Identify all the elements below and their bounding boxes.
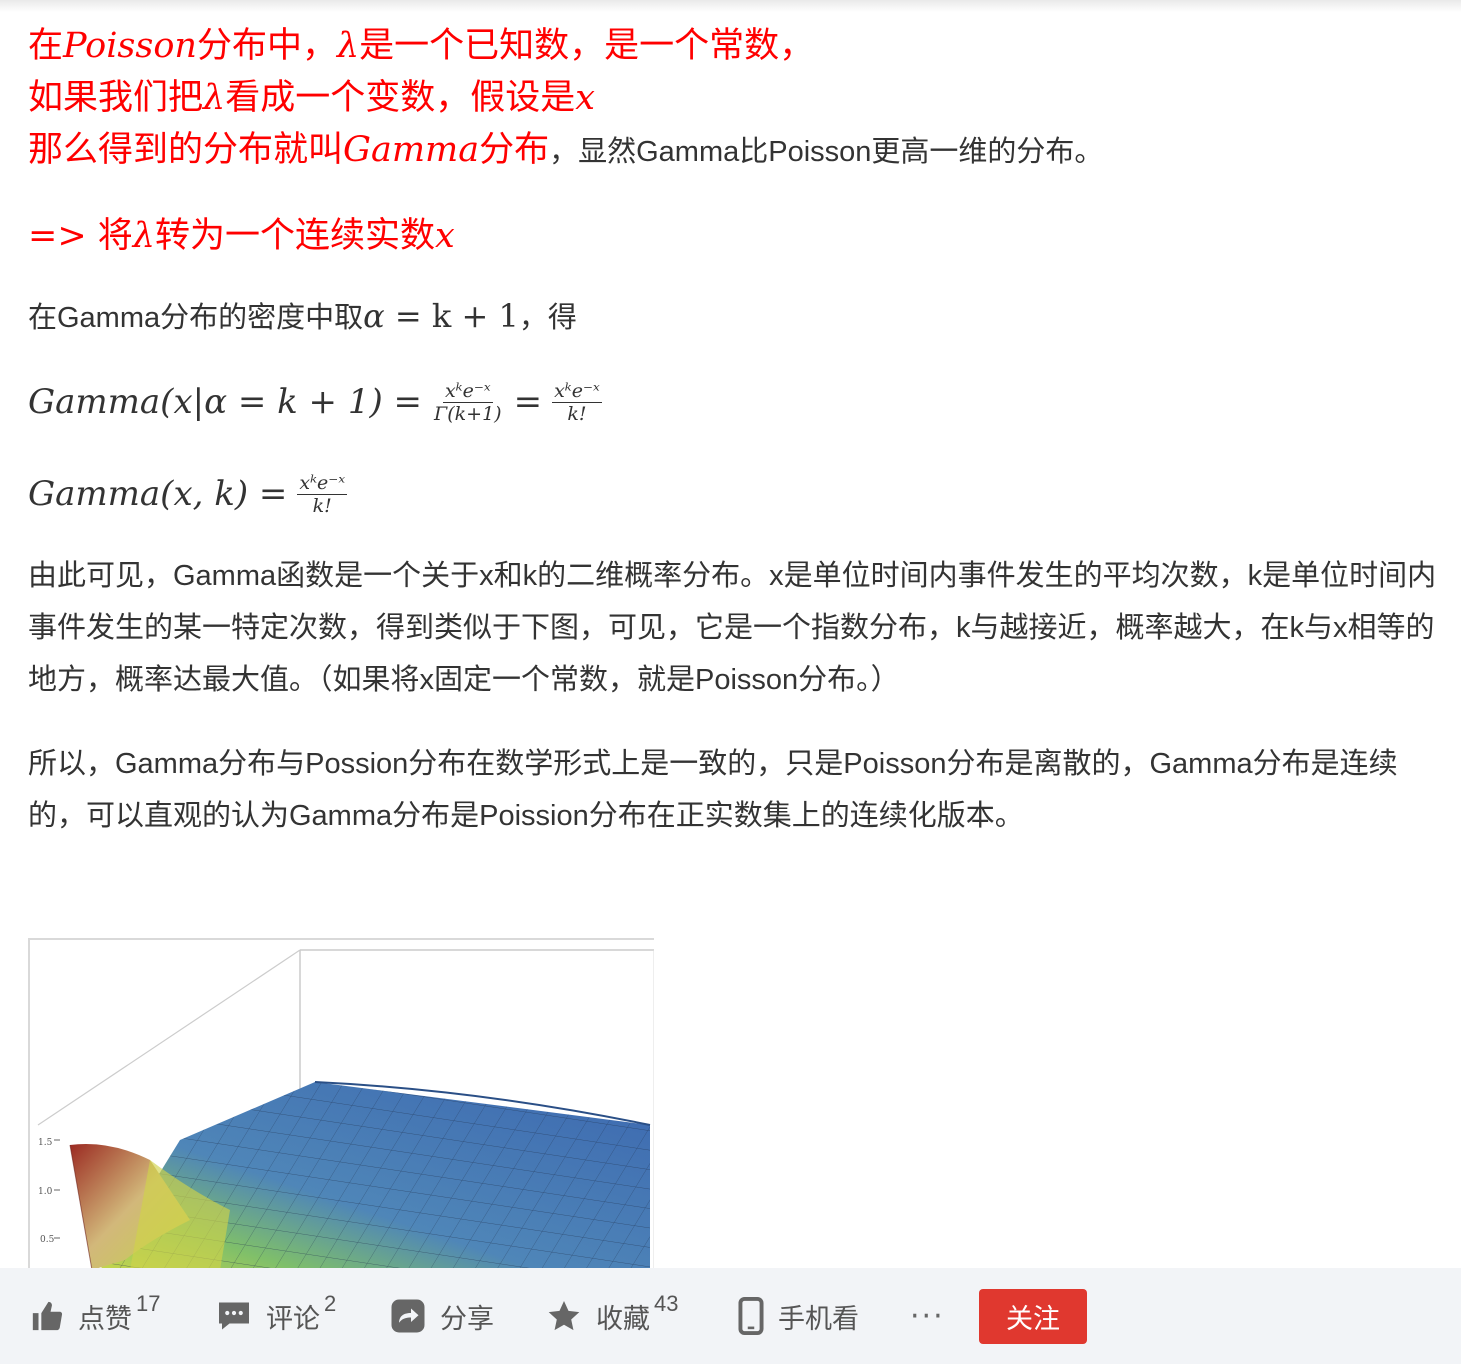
fraction-1: xᵏe⁻ˣ Γ(k+1) [432, 380, 504, 425]
mobile-phone-icon [738, 1296, 764, 1336]
fraction: xᵏe⁻ˣ k! [297, 471, 348, 517]
fraction-numerator: xᵏe⁻ˣ [297, 471, 348, 495]
text: 在Gamma分布的密度中取 [28, 302, 364, 334]
equation-lhs: Gamma(x, k) = [28, 474, 288, 514]
text: 转为一个连续实数 [154, 216, 435, 256]
equation-1: Gamma(x|α = k + 1) = xᵏe⁻ˣ Γ(k+1) = xᵏe⁻… [28, 370, 1453, 434]
tick-label: 1.5 [38, 1138, 53, 1148]
comment-count: 2 [324, 1291, 337, 1316]
text: 分布中， [196, 26, 337, 66]
math-lambda: λ [132, 216, 155, 256]
mobile-label: 手机看 [778, 1303, 859, 1334]
red-line-3: 那么得到的分布就叫Gamma分布，显然Gamma比Poisson更高一维的分布。 [28, 124, 1453, 178]
math-alpha: α [363, 297, 385, 335]
thumbs-up-icon [32, 1301, 63, 1331]
tick-label: 1.0 [38, 1187, 53, 1197]
comment-label: 评论 [266, 1303, 320, 1334]
star-icon [548, 1301, 580, 1331]
fraction-denominator: k! [312, 494, 332, 517]
like-count: 17 [136, 1291, 161, 1316]
fraction-numerator: xᵏe⁻ˣ [442, 379, 493, 403]
equals-sign: = [513, 382, 543, 422]
collect-label: 收藏 [596, 1303, 650, 1334]
math-lambda: λ [336, 26, 360, 66]
text: => 将 [28, 216, 133, 256]
paragraph-gamma-vs-poisson: 所以，Gamma分布与Possion分布在数学形式上是一致的，只是Poisson… [28, 748, 1398, 832]
collect-button[interactable]: 收藏 43 [546, 1268, 678, 1364]
top-shadow [0, 0, 1461, 12]
math-x: x [575, 78, 595, 118]
paragraph-gamma-2d: 由此可见，Gamma函数是一个关于x和k的二维概率分布。x是单位时间内事件发生的… [28, 560, 1437, 696]
alpha-paragraph: 在Gamma分布的密度中取α = k + 1，得 [28, 290, 1453, 344]
like-label: 点赞 [78, 1303, 132, 1334]
text: 看成一个变数，假设是 [225, 78, 576, 118]
tick-label: 0.5 [40, 1235, 55, 1245]
equation-2: Gamma(x, k) = xᵏe⁻ˣ k! [28, 462, 1453, 526]
text: 是一个已知数，是一个常数， [359, 26, 815, 66]
math-x: x [434, 216, 455, 256]
text: 如果我们把 [28, 78, 204, 118]
arrow-line: => 将λ转为一个连续实数x [28, 210, 1453, 262]
text: 分布 [479, 130, 550, 170]
gamma-3d-plot-image: 1.5 1.0 0.5 [28, 938, 654, 1270]
share-label: 分享 [440, 1303, 494, 1334]
fraction-denominator: k! [567, 402, 587, 425]
more-icon: ··· [910, 1298, 945, 1334]
math-lambda: λ [203, 78, 226, 118]
more-button[interactable]: ··· [910, 1268, 945, 1364]
like-button[interactable]: 点赞 17 [30, 1268, 160, 1364]
mobile-view-button[interactable]: 手机看 [738, 1268, 859, 1364]
fraction-numerator: xᵏe⁻ˣ [552, 379, 602, 403]
share-button[interactable]: 分享 [390, 1268, 494, 1364]
red-line-2: 如果我们把λ看成一个变数，假设是x [28, 72, 1453, 124]
text: 在 [28, 26, 64, 66]
comment-icon [219, 1302, 249, 1330]
text: 那么得到的分布就叫 [28, 130, 344, 170]
fraction-denominator: Γ(k+1) [434, 402, 502, 425]
fraction-2: xᵏe⁻ˣ k! [552, 380, 602, 425]
share-icon [391, 1299, 425, 1333]
article-body: 在Poisson分布中，λ是一个已知数，是一个常数， 如果我们把λ看成一个变数，… [28, 18, 1453, 842]
plain-text: ，显然Gamma比Poisson更高一维的分布。 [549, 136, 1104, 168]
math-poisson: Poisson [63, 26, 197, 66]
red-line-1: 在Poisson分布中，λ是一个已知数，是一个常数， [28, 20, 1453, 72]
collect-count: 43 [654, 1291, 679, 1316]
equation-lhs: Gamma(x|α = k + 1) = [28, 382, 423, 422]
surface-plot-svg: 1.5 1.0 0.5 [37, 949, 654, 1270]
bottom-action-bar: 点赞 17 评论 2 分享 收藏 43 手机看 ··· 关注 [0, 1268, 1461, 1364]
comment-button[interactable]: 评论 2 [216, 1268, 336, 1364]
text: ，得 [518, 302, 577, 334]
math-expr: = k + 1 [384, 297, 519, 335]
follow-button[interactable]: 关注 [979, 1289, 1087, 1344]
math-gamma: Gamma [343, 130, 480, 170]
